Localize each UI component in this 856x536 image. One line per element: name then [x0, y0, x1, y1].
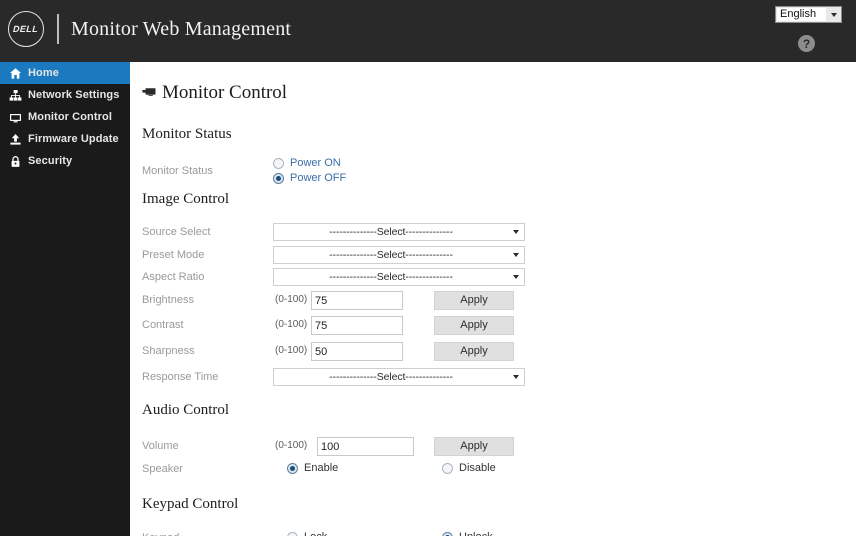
radio-keypad-lock[interactable]: Lock: [287, 531, 327, 536]
radio-keypad-unlock[interactable]: Unlock: [442, 531, 493, 536]
row-source-select: Source Select --------------Select------…: [142, 222, 854, 242]
volume-apply-button[interactable]: Apply: [434, 437, 514, 456]
sidebar-item-label: Firmware Update: [28, 133, 119, 145]
radio-power-off[interactable]: Power OFF: [273, 172, 346, 184]
response-time-dropdown[interactable]: --------------Select--------------: [273, 368, 525, 386]
sidebar-item-label: Security: [28, 155, 73, 167]
radio-label: Lock: [304, 531, 327, 536]
source-select-value: --------------Select--------------: [329, 226, 453, 238]
sidebar-item-label: Network Settings: [28, 89, 120, 101]
radio-indicator: [273, 157, 284, 169]
radio-speaker-disable[interactable]: Disable: [442, 462, 496, 474]
source-select-dropdown[interactable]: --------------Select--------------: [273, 223, 525, 241]
brand-divider: [57, 14, 59, 44]
chevron-down-icon: [508, 275, 524, 279]
network-icon: [9, 89, 22, 102]
row-volume: Volume (0-100) Apply: [142, 436, 854, 456]
language-select[interactable]: English: [775, 6, 842, 23]
row-label-preset-mode: Preset Mode: [142, 249, 205, 261]
upload-icon: [9, 133, 22, 146]
row-speaker: Speaker Enable Disable: [142, 459, 854, 479]
sidebar-item-firmware-update[interactable]: Firmware Update: [0, 128, 130, 150]
radio-label: Unlock: [459, 531, 493, 536]
sidebar-item-security[interactable]: Security: [0, 150, 130, 172]
row-label-response-time: Response Time: [142, 371, 219, 383]
sharpness-input[interactable]: [311, 342, 403, 361]
radio-indicator: [442, 531, 453, 536]
radio-label: Enable: [304, 462, 339, 474]
section-title-audio-control: Audio Control: [142, 402, 230, 418]
volume-range-hint: (0-100): [275, 440, 308, 451]
contrast-input[interactable]: [311, 316, 403, 335]
radio-label: Power ON: [290, 157, 341, 169]
section-title-image-control: Image Control: [142, 191, 230, 207]
radio-indicator: [287, 531, 298, 536]
preset-mode-value: --------------Select--------------: [329, 249, 453, 261]
radio-indicator: [273, 172, 284, 184]
sidebar-item-monitor-control[interactable]: Monitor Control: [0, 106, 130, 128]
aspect-ratio-dropdown[interactable]: --------------Select--------------: [273, 268, 525, 286]
sidebar-item-label: Monitor Control: [28, 111, 112, 123]
sidebar: Home Network Settings Monitor Control Fi…: [0, 62, 130, 536]
row-label-brightness: Brightness: [142, 294, 194, 306]
row-label-volume: Volume: [142, 440, 179, 452]
row-keypad: Keypad Lock Unlock: [142, 528, 854, 536]
language-selected-value: English: [777, 8, 826, 21]
home-icon: [9, 67, 22, 80]
sharpness-apply-button[interactable]: Apply: [434, 342, 514, 361]
chevron-down-icon: [508, 230, 524, 234]
sidebar-item-label: Home: [28, 67, 59, 79]
chevron-down-icon: [508, 375, 524, 379]
brightness-input[interactable]: [311, 291, 403, 310]
main-content: Monitor Control Monitor Status Monitor S…: [130, 62, 856, 536]
top-header: DELL Monitor Web Management English ?: [0, 0, 856, 62]
contrast-apply-button[interactable]: Apply: [434, 316, 514, 335]
radio-indicator: [442, 462, 453, 474]
row-label-sharpness: Sharpness: [142, 345, 195, 357]
row-sharpness: Sharpness (0-100) Apply: [142, 341, 854, 361]
contrast-range-hint: (0-100): [275, 319, 308, 330]
row-monitor-status: Monitor Status Power ON Power OFF: [142, 157, 854, 193]
row-preset-mode: Preset Mode --------------Select--------…: [142, 245, 854, 265]
sidebar-item-network-settings[interactable]: Network Settings: [0, 84, 130, 106]
sharpness-range-hint: (0-100): [275, 345, 308, 356]
monitor-icon: [142, 82, 157, 104]
radio-power-on[interactable]: Power ON: [273, 157, 341, 169]
preset-mode-dropdown[interactable]: --------------Select--------------: [273, 246, 525, 264]
radio-speaker-enable[interactable]: Enable: [287, 462, 338, 474]
row-response-time: Response Time --------------Select------…: [142, 367, 854, 387]
chevron-down-icon: [508, 253, 524, 257]
app-title: Monitor Web Management: [71, 17, 292, 40]
brightness-apply-button[interactable]: Apply: [434, 291, 514, 310]
help-icon[interactable]: ?: [798, 35, 815, 52]
row-label-contrast: Contrast: [142, 319, 184, 331]
row-label-aspect-ratio: Aspect Ratio: [142, 271, 205, 283]
lock-icon: [9, 155, 22, 168]
row-label-source-select: Source Select: [142, 226, 211, 238]
brightness-range-hint: (0-100): [275, 294, 308, 305]
row-contrast: Contrast (0-100) Apply: [142, 315, 854, 335]
radio-indicator: [287, 462, 298, 474]
row-brightness: Brightness (0-100) Apply: [142, 290, 854, 310]
row-aspect-ratio: Aspect Ratio --------------Select-------…: [142, 267, 854, 287]
radio-label: Power OFF: [290, 172, 347, 184]
radio-label: Disable: [459, 462, 496, 474]
dell-logo-icon: DELL: [8, 11, 44, 47]
volume-input[interactable]: [317, 437, 414, 456]
chevron-down-icon: [826, 7, 841, 22]
section-title-monitor-status: Monitor Status: [142, 126, 232, 142]
aspect-ratio-value: --------------Select--------------: [329, 271, 453, 283]
row-label-monitor-status: Monitor Status: [142, 165, 213, 177]
response-time-value: --------------Select--------------: [329, 371, 453, 383]
row-label-keypad: Keypad: [142, 528, 179, 536]
page-title-text: Monitor Control: [162, 82, 288, 103]
section-title-keypad-control: Keypad Control: [142, 496, 239, 512]
dell-logo-text: DELL: [12, 23, 40, 34]
page-title: Monitor Control: [142, 82, 287, 104]
brand: DELL Monitor Web Management: [8, 9, 291, 49]
row-label-speaker: Speaker: [142, 463, 183, 475]
monitor-icon: [9, 111, 22, 124]
sidebar-item-home[interactable]: Home: [0, 62, 130, 84]
monitor-web-management-app: DELL Monitor Web Management English ? Ho…: [0, 0, 856, 536]
